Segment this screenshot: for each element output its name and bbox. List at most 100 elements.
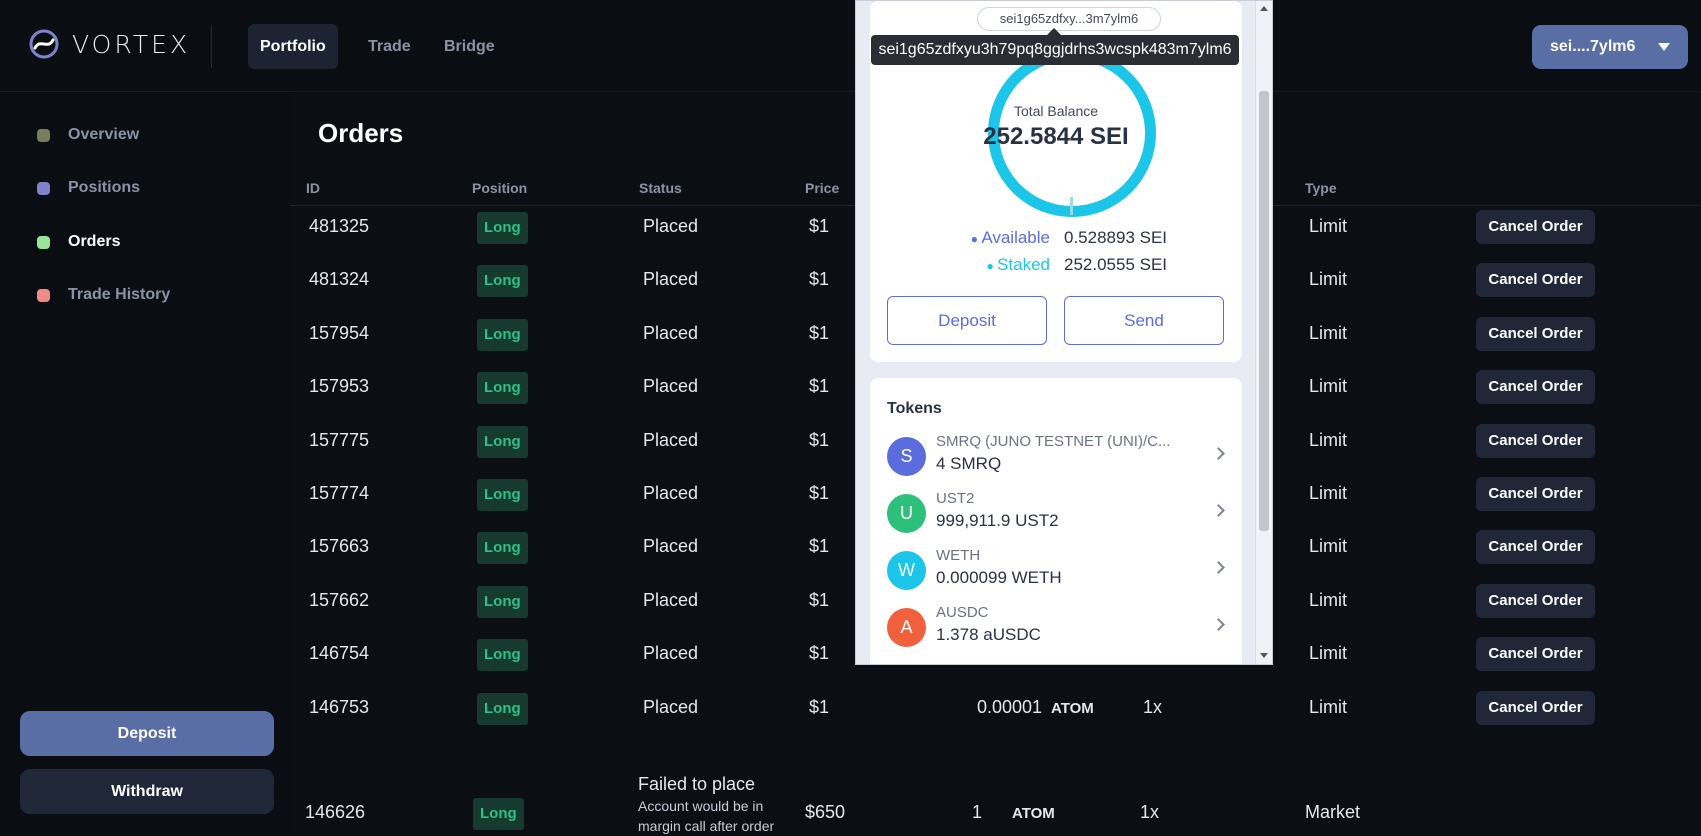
order-status: Placed xyxy=(643,429,699,450)
popup-send-button[interactable]: Send xyxy=(1064,296,1224,345)
order-type: Market xyxy=(1305,802,1361,822)
cancel-order-button[interactable]: Cancel Order xyxy=(1476,210,1595,244)
status-failed-reason-line2: margin call after order xyxy=(638,818,775,834)
cancel-order-button[interactable]: Cancel Order xyxy=(1476,690,1595,725)
cancel-order-button[interactable]: Cancel Order xyxy=(1476,316,1595,351)
order-type: Limit xyxy=(1309,269,1348,290)
order-status: Placed xyxy=(643,536,699,557)
token-name: WETH xyxy=(936,547,981,564)
sidebar-item-trade-history[interactable]: Trade History xyxy=(37,286,170,304)
tab-portfolio[interactable]: Portfolio xyxy=(248,24,338,69)
position-badge: Long xyxy=(477,639,528,672)
cancel-order-button[interactable]: Cancel Order xyxy=(1476,583,1595,618)
status-failed-title: Failed to place xyxy=(638,774,756,794)
sidebar: Overview Positions Orders Trade History … xyxy=(0,92,290,836)
order-price: $1 xyxy=(809,376,830,397)
token-list-item[interactable]: U UST2 999,911.9 UST2 xyxy=(887,490,1227,536)
order-id: 157953 xyxy=(309,376,370,397)
tab-bridge[interactable]: Bridge xyxy=(432,24,507,69)
cancel-order-button[interactable]: Cancel Order xyxy=(1476,370,1595,405)
token-amount: 999,911.9 UST2 xyxy=(936,511,1059,530)
popup-deposit-button[interactable]: Deposit xyxy=(887,296,1047,345)
page-title: Orders xyxy=(318,118,404,148)
order-id: 157662 xyxy=(309,589,370,610)
scroll-down-icon[interactable] xyxy=(1260,653,1268,658)
order-price: $1 xyxy=(809,589,830,610)
total-balance-label: Total Balance xyxy=(1013,103,1099,119)
token-avatar: W xyxy=(887,551,926,590)
token-list-item[interactable]: A AUSDC 1.378 aUSDC xyxy=(887,604,1227,650)
position-badge: Long xyxy=(477,479,528,511)
available-dot-icon: ● xyxy=(970,232,982,246)
column-header-price: Price xyxy=(805,180,840,196)
sidebar-item-orders[interactable]: Orders xyxy=(37,233,120,251)
wallet-address-label: sei....7ylm6 xyxy=(1550,38,1636,55)
token-name: UST2 xyxy=(936,490,975,507)
top-header: VORTEX Portfolio Trade Bridge sei....7yl… xyxy=(0,0,1701,92)
token-avatar: S xyxy=(887,437,926,476)
staked-label: ● Staked xyxy=(986,255,1050,274)
order-status: Placed xyxy=(643,322,699,343)
order-leverage: 1x xyxy=(1140,802,1160,822)
cancel-order-button[interactable]: Cancel Order xyxy=(1476,530,1595,565)
order-id: 157775 xyxy=(309,429,370,450)
order-status: Placed xyxy=(643,643,699,664)
sidebar-item-label: Overview xyxy=(68,126,140,143)
status-failed-reason-line1: Account would be in xyxy=(638,798,764,814)
position-badge: Long xyxy=(477,265,528,298)
position-badge: Long xyxy=(477,692,528,725)
order-asset: ATOM xyxy=(1051,699,1094,717)
cancel-order-button[interactable]: Cancel Order xyxy=(1476,637,1595,672)
token-list-item[interactable]: S SMRQ (JUNO TESTNET (UNI)/C... 4 SMRQ xyxy=(887,433,1227,479)
sidebar-item-label: Positions xyxy=(68,179,141,196)
token-name: AUSDC xyxy=(936,604,989,621)
cancel-order-button[interactable]: Cancel Order xyxy=(1476,263,1595,298)
column-header-type: Type xyxy=(1305,180,1337,196)
chevron-right-icon xyxy=(1212,561,1225,574)
brand-logo[interactable]: VORTEX xyxy=(28,28,190,60)
order-price: $1 xyxy=(809,429,830,450)
staked-value: 252.0555 SEI xyxy=(1064,255,1168,274)
order-id: 146626 xyxy=(305,802,366,822)
sidebar-item-overview[interactable]: Overview xyxy=(37,126,139,144)
order-id: 157663 xyxy=(309,536,370,557)
tab-trade[interactable]: Trade xyxy=(356,24,423,69)
order-type: Limit xyxy=(1309,696,1348,717)
chevron-right-icon xyxy=(1212,618,1225,631)
order-quantity: 0.00001 xyxy=(977,696,1043,717)
token-avatar: A xyxy=(887,608,926,647)
order-status: Placed xyxy=(643,269,699,290)
position-badge: Long xyxy=(477,532,528,565)
token-name: SMRQ (JUNO TESTNET (UNI)/C... xyxy=(936,433,1171,450)
tokens-card: Tokens S SMRQ (JUNO TESTNET (UNI)/C... 4 S… xyxy=(870,378,1242,664)
cancel-order-button[interactable]: Cancel Order xyxy=(1476,423,1595,458)
token-list-item[interactable]: W WETH 0.000099 WETH xyxy=(887,547,1227,593)
order-price: $650 xyxy=(805,802,846,822)
token-amount: 0.000099 WETH xyxy=(936,568,1062,587)
sidebar-item-label: Orders xyxy=(68,233,121,250)
address-tooltip: sei1g65zdfxyu3h79pq8ggjdrhs3wcspk483m7yl… xyxy=(871,28,1239,65)
deposit-button[interactable]: Deposit xyxy=(20,711,274,756)
popup-scrollbar[interactable] xyxy=(1255,1,1272,664)
sidebar-item-positions[interactable]: Positions xyxy=(37,179,140,197)
position-badge: Long xyxy=(477,585,528,618)
order-type: Limit xyxy=(1309,322,1348,343)
order-asset: ATOM xyxy=(1012,805,1055,822)
column-header-id: ID xyxy=(306,180,320,196)
scrollbar-thumb[interactable] xyxy=(1259,91,1269,531)
order-price: $1 xyxy=(809,696,830,717)
order-id: 157954 xyxy=(309,322,370,343)
balance-ring-marker xyxy=(1070,197,1073,215)
scroll-up-icon[interactable] xyxy=(1260,6,1268,11)
order-status: Placed xyxy=(643,483,699,503)
order-type: Limit xyxy=(1309,643,1348,664)
wallet-button[interactable]: sei....7ylm6 xyxy=(1532,25,1688,69)
vortex-logo-icon xyxy=(29,29,59,59)
withdraw-button[interactable]: Withdraw xyxy=(20,769,274,814)
brand-name: VORTEX xyxy=(72,29,191,59)
order-price: $1 xyxy=(809,322,830,343)
order-type: Limit xyxy=(1309,536,1348,557)
cancel-order-button[interactable]: Cancel Order xyxy=(1476,477,1595,511)
wallet-address-pill[interactable]: sei1g65zdfxy...3m7ylm6 xyxy=(977,7,1161,31)
token-avatar: U xyxy=(887,494,926,533)
